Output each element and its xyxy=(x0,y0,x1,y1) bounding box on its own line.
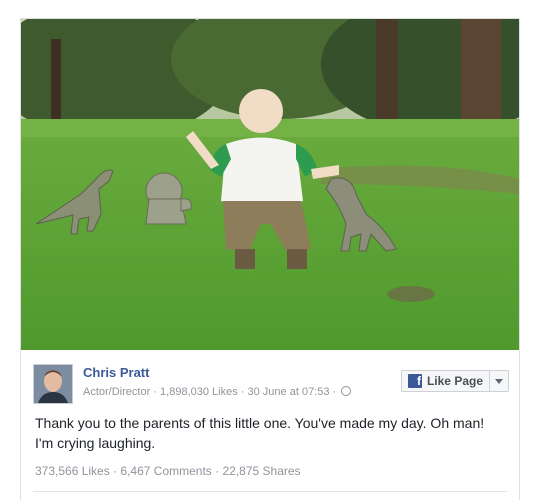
likes-count-link[interactable]: 373,566 Likes xyxy=(35,464,110,478)
stats-separator: · xyxy=(215,464,220,478)
meta-separator: · xyxy=(240,386,245,398)
like-page-label: Like Page xyxy=(426,374,483,388)
meta-separator: · xyxy=(153,386,157,398)
comments-count-link[interactable]: 6,467 Comments xyxy=(120,464,211,478)
like-page-main[interactable]: f Like Page xyxy=(402,371,490,391)
divider xyxy=(33,491,507,492)
stats-separator: · xyxy=(113,464,118,478)
page-name-link[interactable]: Chris Pratt xyxy=(83,365,149,380)
post-message: Thank you to the parents of this little … xyxy=(35,415,485,451)
like-page-dropdown[interactable] xyxy=(490,371,508,391)
like-page-button[interactable]: f Like Page xyxy=(400,370,509,392)
post-stats: 373,566 Likes · 6,467 Comments · 22,875 … xyxy=(35,464,301,478)
profile-picture xyxy=(34,365,72,403)
shares-count-link[interactable]: 22,875 Shares xyxy=(223,464,301,478)
page-category: Actor/Director xyxy=(83,386,151,398)
post-meta: Actor/Director · 1,898,030 Likes · 30 Ju… xyxy=(83,386,352,398)
post-photo[interactable] xyxy=(21,19,519,350)
avatar[interactable] xyxy=(33,364,73,404)
post-header: Chris Pratt Actor/Director · 1,898,030 L… xyxy=(33,362,509,404)
post-timestamp[interactable]: 30 June at 07:53 xyxy=(248,386,330,398)
globe-icon[interactable] xyxy=(341,386,352,396)
caret-down-icon xyxy=(495,378,503,384)
page-likes-count: 1,898,030 Likes xyxy=(160,386,238,398)
facebook-f-icon: f xyxy=(407,374,422,388)
meta-separator: · xyxy=(332,386,337,398)
post-card: Chris Pratt Actor/Director · 1,898,030 L… xyxy=(20,18,520,500)
photo-illustration xyxy=(21,19,519,350)
